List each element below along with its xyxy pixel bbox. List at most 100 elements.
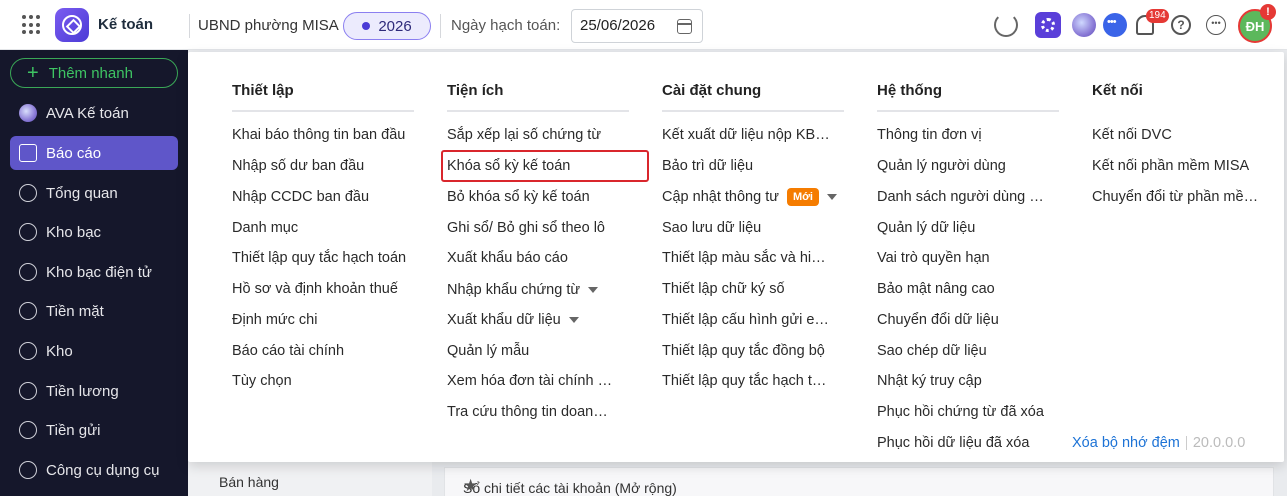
clear-cache-link[interactable]: Xóa bộ nhớ đệm bbox=[1072, 435, 1180, 451]
column-title: Cài đặt chung bbox=[662, 82, 762, 99]
menu-item[interactable]: Thiết lập cấu hình gửi email bbox=[662, 309, 832, 331]
report-list-item[interactable]: Sổ chi tiết các tài khoản (Mở rộng) ★ bbox=[444, 467, 1274, 496]
more-icon[interactable]: ••• bbox=[1206, 15, 1226, 35]
menu-item[interactable]: Bảo mật nâng cao bbox=[877, 278, 1067, 300]
divider bbox=[1185, 436, 1187, 451]
org-name[interactable]: UBND phường MISA bbox=[198, 17, 339, 34]
menu-item[interactable]: Thiết lập chữ ký số bbox=[662, 278, 852, 300]
sidebar-item-reports[interactable]: Báo cáo bbox=[10, 136, 178, 170]
column-title: Tiện ích bbox=[447, 82, 504, 99]
divider bbox=[662, 110, 844, 112]
menu-item[interactable]: Danh mục bbox=[232, 217, 422, 239]
report-category-label: Bán hàng bbox=[219, 474, 279, 490]
divider bbox=[440, 14, 441, 38]
sidebar-item-cash[interactable]: Tiền mặt bbox=[10, 294, 178, 328]
column-title: Kết nối bbox=[1092, 82, 1143, 99]
sidebar-item-label: Báo cáo bbox=[46, 144, 102, 162]
menu-footer: Xóa bộ nhớ đệm 20.0.0.0 bbox=[1072, 435, 1245, 451]
menu-item[interactable]: Vai trò quyền hạn bbox=[877, 247, 1067, 269]
menu-item[interactable]: Xuất khẩu báo cáo bbox=[447, 247, 637, 269]
menu-item[interactable]: Quản lý dữ liệu bbox=[877, 217, 1067, 239]
sidebar-item-warehouse[interactable]: Kho bbox=[10, 334, 178, 368]
menu-item[interactable]: Ghi sổ/ Bỏ ghi sổ theo lô bbox=[447, 217, 637, 239]
column-title: Thiết lập bbox=[232, 82, 294, 99]
menu-item-export[interactable]: Xuất khẩu dữ liệu bbox=[447, 309, 637, 331]
menu-item[interactable]: Kết nối DVC bbox=[1092, 124, 1282, 146]
ava-assistant-icon[interactable] bbox=[1072, 13, 1096, 37]
menu-item[interactable]: Báo cáo tài chính bbox=[232, 340, 422, 362]
column-title: Hệ thống bbox=[877, 82, 942, 99]
user-alert-badge: ! bbox=[1260, 4, 1276, 20]
refresh-icon[interactable] bbox=[994, 13, 1018, 37]
year-value: 2026 bbox=[378, 17, 412, 35]
menu-item[interactable]: Sao lưu dữ liệu bbox=[662, 217, 852, 239]
menu-item[interactable]: Danh sách người dùng đăng nhập bbox=[877, 186, 1045, 208]
menu-item[interactable]: Tùy chọn bbox=[232, 370, 422, 392]
settings-button[interactable] bbox=[1035, 12, 1061, 38]
overview-icon bbox=[19, 184, 37, 202]
year-selector[interactable]: 2026 bbox=[343, 12, 431, 40]
menu-item[interactable]: Kết nối phần mềm MISA bbox=[1092, 155, 1282, 177]
menu-item[interactable]: Quản lý mẫu bbox=[447, 340, 637, 362]
app-name: Kế toán bbox=[98, 16, 154, 33]
menu-item[interactable]: Bảo trì dữ liệu bbox=[662, 155, 852, 177]
menu-item[interactable]: Chuyển đổi từ phần mềm khác bbox=[1092, 186, 1264, 208]
posting-date-input[interactable]: 25/06/2026 bbox=[571, 9, 703, 43]
warehouse-icon bbox=[19, 342, 37, 360]
star-icon[interactable]: ★ bbox=[463, 477, 481, 495]
menu-item[interactable]: Hồ sơ và định khoản thuế bbox=[232, 278, 407, 300]
menu-item[interactable]: Chuyển đổi dữ liệu bbox=[877, 309, 1067, 331]
menu-item-label: Xuất khẩu dữ liệu bbox=[447, 312, 561, 328]
divider bbox=[877, 110, 1059, 112]
caret-down-icon bbox=[826, 194, 837, 201]
sidebar-item-tools[interactable]: Công cụ dụng cụ bbox=[10, 453, 178, 487]
gear-icon bbox=[1041, 18, 1055, 32]
menu-item[interactable]: Sao chép dữ liệu bbox=[877, 340, 1067, 362]
posting-date-value: 25/06/2026 bbox=[580, 17, 656, 34]
menu-item[interactable]: Quản lý người dùng bbox=[877, 155, 1067, 177]
sidebar-item-salary[interactable]: Tiền lương bbox=[10, 374, 178, 408]
menu-item[interactable]: Sắp xếp lại số chứng từ bbox=[447, 124, 637, 146]
menu-item[interactable]: Bỏ khóa sổ kỳ kế toán bbox=[447, 186, 637, 208]
menu-item[interactable]: Thiết lập quy tắc hạch toán bbox=[232, 247, 407, 269]
menu-item[interactable]: Kết xuất dữ liệu nộp KBNN bbox=[662, 124, 832, 146]
notification-badge: 194 bbox=[1146, 9, 1169, 23]
sidebar-item-label: Công cụ dụng cụ bbox=[46, 461, 160, 479]
quick-add-button[interactable]: + Thêm nhanh bbox=[10, 58, 178, 88]
menu-item[interactable]: Nhập CCDC ban đầu bbox=[232, 186, 422, 208]
caret-down-icon bbox=[588, 287, 599, 294]
menu-item[interactable]: Tra cứu thông tin doanh nghiệp bbox=[447, 401, 615, 423]
sidebar-item-deposit[interactable]: Tiền gửi bbox=[10, 413, 178, 447]
menu-item-lock-period[interactable]: Khóa sổ kỳ kế toán bbox=[441, 150, 649, 182]
calendar-icon[interactable] bbox=[677, 19, 692, 34]
sidebar-item-overview[interactable]: Tổng quan bbox=[10, 176, 178, 210]
sidebar-item-ava[interactable]: AVA Kế toán bbox=[10, 96, 178, 130]
menu-item[interactable]: Thông tin đơn vị bbox=[877, 124, 1067, 146]
menu-item[interactable]: Định mức chi bbox=[232, 309, 422, 331]
menu-item[interactable]: Phục hồi chứng từ đã xóa bbox=[877, 401, 1045, 423]
menu-item[interactable]: Nhập số dư ban đầu bbox=[232, 155, 422, 177]
menu-item[interactable]: Xem hóa đơn tài chính điện tử bbox=[447, 370, 615, 392]
menu-item-label: Nhập khẩu chứng từ bbox=[447, 282, 581, 298]
menu-item-update-circular[interactable]: Cập nhật thông tư Mới bbox=[662, 186, 852, 208]
menu-item[interactable]: Khai báo thông tin ban đầu bbox=[232, 124, 407, 146]
chat-icon[interactable] bbox=[1103, 13, 1127, 37]
divider bbox=[232, 110, 414, 112]
menu-item[interactable]: Phục hồi dữ liệu đã xóa bbox=[877, 432, 1067, 454]
sidebar-item-e-treasury[interactable]: Kho bạc điện tử bbox=[10, 255, 178, 289]
sidebar-item-label: Kho bạc điện tử bbox=[46, 263, 152, 281]
deposit-icon bbox=[19, 421, 37, 439]
ava-icon bbox=[19, 104, 37, 122]
report-category-item[interactable]: Bán hàng bbox=[188, 462, 432, 496]
sidebar-item-treasury[interactable]: Kho bạc bbox=[10, 215, 178, 249]
sidebar-item-label: Tổng quan bbox=[46, 184, 118, 202]
menu-item-import[interactable]: Nhập khẩu chứng từ bbox=[447, 279, 637, 301]
menu-item[interactable]: Thiết lập quy tắc hạch toán bbox=[662, 370, 834, 392]
menu-item[interactable]: Thiết lập quy tắc đồng bộ bbox=[662, 340, 830, 362]
app-launcher-icon[interactable] bbox=[22, 15, 42, 35]
sidebar-item-label: Tiền gửi bbox=[46, 421, 101, 439]
help-icon[interactable]: ? bbox=[1171, 15, 1191, 35]
menu-item[interactable]: Nhật ký truy cập bbox=[877, 370, 1067, 392]
menu-item[interactable]: Thiết lập màu sắc và hiển thị bbox=[662, 247, 832, 269]
cash-icon bbox=[19, 302, 37, 320]
